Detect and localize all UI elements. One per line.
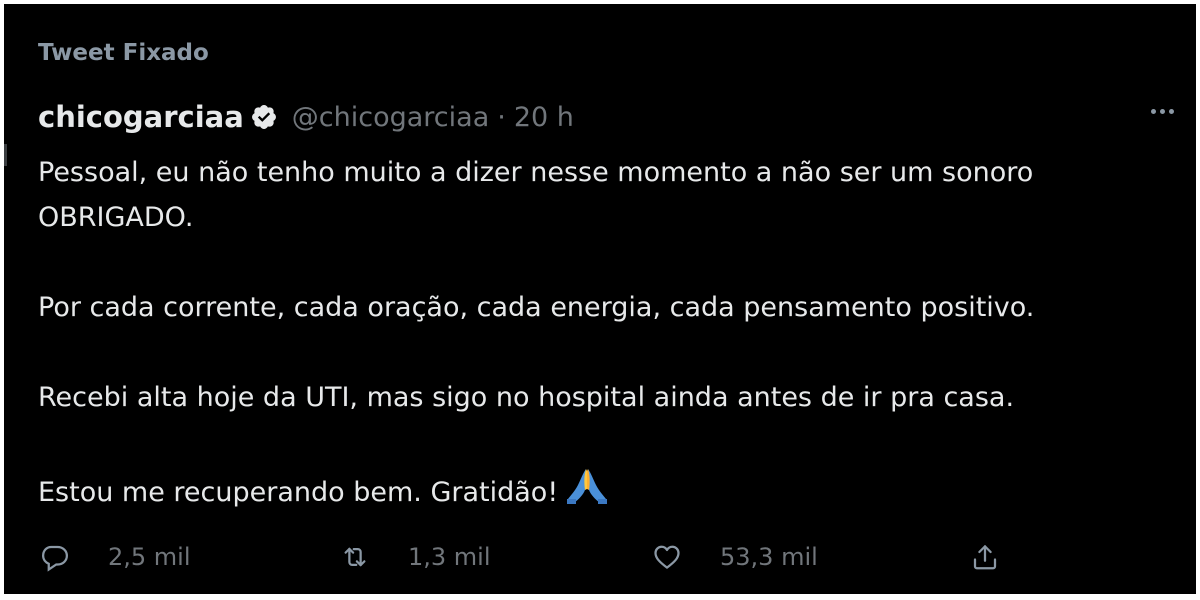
retweet-icon	[338, 540, 372, 574]
tweet-line: Pessoal, eu não tenho muito a dizer ness…	[38, 157, 1034, 188]
share-icon	[968, 540, 1002, 574]
author-handle[interactable]: @chicogarciaa	[292, 102, 489, 133]
share-button[interactable]	[968, 535, 1002, 579]
tweet-text: Pessoal, eu não tenho muito a dizer ness…	[38, 150, 1168, 519]
tweet-line: OBRIGADO.	[38, 202, 194, 233]
reply-button[interactable]: 2,5 mil	[38, 535, 191, 579]
more-options-icon[interactable]	[1142, 99, 1182, 123]
verified-badge-icon	[250, 103, 278, 131]
thread-edge-marker	[4, 144, 7, 166]
reply-count: 2,5 mil	[108, 543, 191, 571]
retweet-button[interactable]: 1,3 mil	[338, 535, 491, 579]
retweet-count: 1,3 mil	[408, 543, 491, 571]
folded-hands-emoji-icon	[564, 465, 610, 519]
tweet-header: chicogarciaa @chicogarciaa · 20 h	[38, 99, 574, 135]
tweet-line: Recebi alta hoje da UTI, mas sigo no hos…	[38, 382, 1015, 413]
reply-icon	[38, 540, 72, 574]
tweet-line: Estou me recuperando bem. Gratidão!	[38, 477, 559, 508]
tweet-line-last: Estou me recuperando bem. Gratidão!	[38, 465, 1168, 519]
display-name[interactable]: chicogarciaa	[38, 100, 244, 134]
tweet-timestamp[interactable]: 20 h	[514, 102, 574, 133]
separator-dot: ·	[497, 101, 506, 133]
heart-icon	[650, 540, 684, 574]
tweet-card: Tweet Fixado chicogarciaa @chicogarciaa …	[4, 4, 1196, 594]
tweet-actions: 2,5 mil 1,3 mil 53,3 mil	[38, 535, 1138, 579]
tweet-line: Por cada corrente, cada oração, cada ene…	[38, 292, 1035, 323]
like-button[interactable]: 53,3 mil	[650, 535, 818, 579]
like-count: 53,3 mil	[720, 543, 818, 571]
pinned-label: Tweet Fixado	[38, 40, 209, 66]
